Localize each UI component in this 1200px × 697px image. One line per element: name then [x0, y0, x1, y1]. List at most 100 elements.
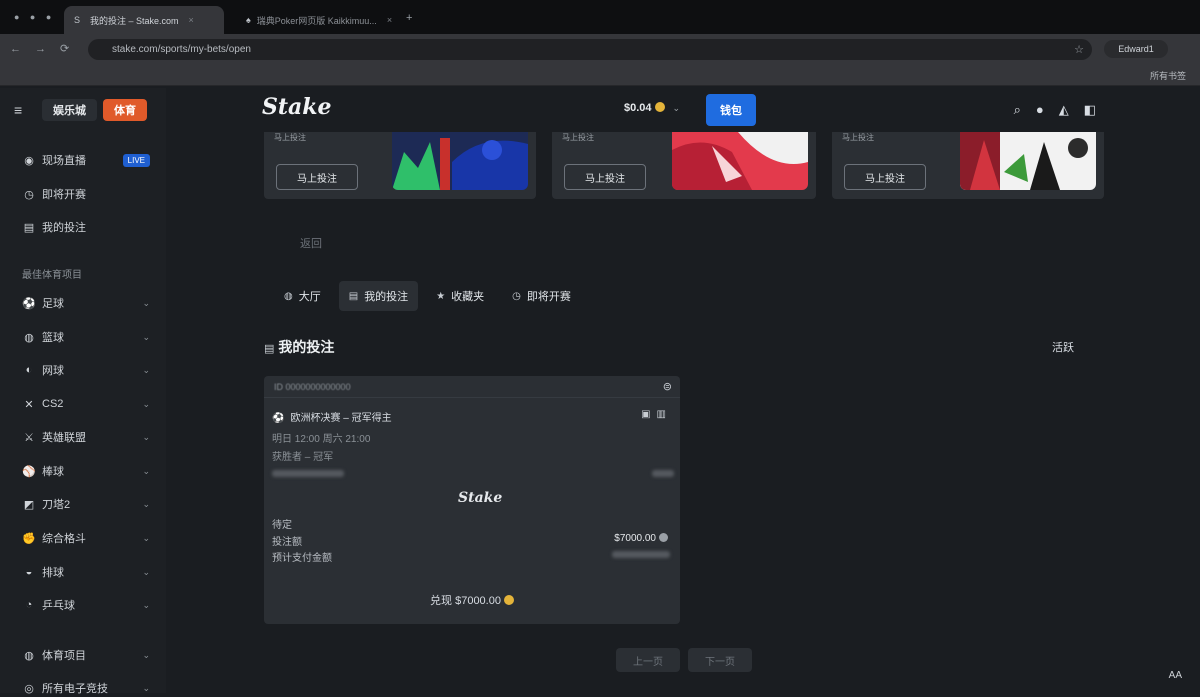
redacted-odds	[652, 470, 674, 477]
mma-icon: ✊	[22, 532, 36, 545]
sidebar-item-my-bets[interactable]: ▤ 我的投注	[22, 218, 150, 236]
sidebar-item-dota[interactable]: ◩ 刀塔2 ⌄	[22, 495, 150, 513]
bet-now-button[interactable]: 马上投注	[276, 164, 358, 190]
pingpong-icon: ◔	[25, 599, 33, 611]
bookmarks-bar: 所有书签	[0, 64, 1200, 86]
chevron-down-icon[interactable]: ⌄	[142, 466, 150, 477]
sidebar-item-esports[interactable]: ◎ 所有电子竞技 ⌄	[22, 679, 150, 697]
sidebar-item-label: 排球	[42, 567, 64, 579]
sidebar-item-basketball[interactable]: ◍ 篮球 ⌄	[22, 328, 150, 346]
chevron-down-icon[interactable]: ⌄	[142, 365, 150, 376]
redacted-selection	[272, 470, 344, 477]
bet-slip-card[interactable]: ID 0000000000000 ⊜ ⚽ 欧洲杯决赛 – 冠军得主 ▣▥ 明日 1…	[264, 376, 680, 624]
sidebar-item-upcoming[interactable]: ◷ 即将开赛	[22, 185, 150, 203]
browser-tab-active[interactable]: S 我的投注 – Stake.com ×	[64, 6, 224, 34]
sidebar-item-label: 综合格斗	[42, 533, 86, 545]
sidebar-item-all-sports[interactable]: ◍ 体育项目 ⌄	[22, 646, 150, 664]
tennis-icon: ◐	[25, 364, 33, 376]
sidebar: ≡ 娱乐城 体育 ◉ 现场直播 LIVE ◷ 即将开赛 ▤ 我的投注 最佳体育项…	[0, 88, 166, 695]
promo-artwork-image	[672, 132, 808, 190]
close-icon[interactable]: ×	[189, 15, 194, 25]
sidebar-item-cs2[interactable]: ✕ CS2 ⌄	[22, 395, 150, 413]
payout-label: 预计支付金额	[272, 553, 332, 564]
sidebar-item-baseball[interactable]: ⚾ 棒球 ⌄	[22, 462, 150, 480]
corner-label: AA	[1168, 670, 1182, 681]
chevron-down-icon[interactable]: ⌄	[142, 332, 150, 343]
promo-card[interactable]: 马上投注 马上投注	[552, 132, 816, 199]
all-bookmarks[interactable]: 所有书签	[1150, 69, 1186, 82]
chevron-down-icon[interactable]: ⌄	[142, 533, 150, 544]
profile-button[interactable]: Edward1	[1104, 40, 1168, 58]
sidebar-item-live[interactable]: ◉ 现场直播 LIVE	[22, 151, 150, 169]
tab-label: 收藏夹	[451, 291, 485, 303]
sidebar-item-pingpong[interactable]: ◔ 乒乓球 ⌄	[22, 596, 150, 614]
back-link[interactable]: 返回	[300, 235, 322, 251]
window-controls[interactable]: ● ● ●	[14, 12, 55, 22]
promo-card[interactable]: 马上投注 马上投注	[264, 132, 536, 199]
bet-market: 获胜者 – 冠军	[272, 452, 334, 463]
bet-card-actions[interactable]: ▣▥	[641, 409, 672, 420]
search-icon[interactable]: ⌕	[1014, 102, 1021, 118]
tab-label: 大厅	[298, 291, 321, 303]
promo-tagline: 马上投注	[274, 133, 306, 142]
nav-buttons[interactable]: ←→⟳	[10, 42, 83, 55]
chevron-down-icon[interactable]: ⌄	[142, 499, 150, 510]
new-tab-icon[interactable]: +	[406, 12, 412, 24]
stake-value-wrap: $7000.00	[614, 533, 668, 544]
live-icon: ◉	[24, 154, 34, 167]
filter-link[interactable]: 活跃	[1052, 339, 1074, 355]
chevron-down-icon[interactable]: ⌄	[142, 399, 150, 410]
promo-card[interactable]: 马上投注 马上投注	[832, 132, 1104, 199]
coin-icon	[503, 595, 514, 605]
tab-my-bets[interactable]: ▤ 我的投注	[338, 281, 419, 311]
bet-now-button[interactable]: 马上投注	[564, 164, 646, 190]
main-content: 马上投注 马上投注 马上投注 马上投注 马上投注 马上投注 返回 ◍ 大厅 ▤ …	[166, 132, 1200, 693]
receipt-icon: ▤	[348, 290, 359, 302]
sidebar-item-label: 英雄联盟	[42, 432, 86, 444]
tab-upcoming[interactable]: ◷ 即将开赛	[502, 281, 581, 311]
basketball-icon: ◍	[24, 331, 34, 344]
sidebar-item-soccer[interactable]: ⚽ 足球 ⌄	[22, 294, 150, 312]
sidebar-item-label: 棒球	[42, 466, 64, 478]
browser-tab[interactable]: ♠ 瑞典Poker网页版 Kaikkimuu... ×	[236, 6, 400, 34]
star-icon: ★	[436, 290, 446, 302]
live-badge: LIVE	[122, 153, 150, 167]
wallet-button[interactable]: 钱包	[706, 94, 756, 126]
balance-dropdown[interactable]: $0.04 ⌄	[624, 102, 680, 114]
sidebar-item-label: 足球	[42, 298, 64, 310]
sidebar-item-volleyball[interactable]: ◒ 排球 ⌄	[22, 563, 150, 581]
sidebar-item-tennis[interactable]: ◐ 网球 ⌄	[22, 361, 150, 379]
sports-button[interactable]: 体育	[103, 99, 147, 121]
receipt-icon: ▤	[23, 221, 35, 234]
notification-icon[interactable]: ◭	[1059, 102, 1069, 118]
receipt-icon: ▤	[264, 343, 275, 355]
chevron-down-icon[interactable]: ⌄	[142, 600, 150, 611]
chevron-down-icon[interactable]: ⌄	[142, 432, 150, 443]
tab-lobby[interactable]: ◍ 大厅	[274, 281, 331, 311]
menu-icon[interactable]: ≡	[14, 102, 22, 118]
chevron-down-icon[interactable]: ⌄	[142, 567, 150, 578]
share-icon[interactable]: ⊜	[663, 380, 672, 393]
casino-button[interactable]: 娱乐城	[42, 99, 97, 121]
star-icon[interactable]: ☆	[1074, 43, 1084, 56]
chevron-down-icon[interactable]: ⌄	[142, 683, 150, 694]
bet-now-button[interactable]: 马上投注	[844, 164, 926, 190]
user-icon[interactable]: ●	[1036, 102, 1044, 118]
coin-icon	[654, 102, 665, 112]
chat-icon[interactable]: ◧	[1084, 102, 1096, 118]
tab-favourites[interactable]: ★ 收藏夹	[426, 281, 494, 311]
next-page-button[interactable]: 下一页	[688, 648, 752, 672]
cs2-icon: ✕	[24, 398, 34, 411]
lobby-icon: ◍	[284, 290, 293, 302]
cashout-row[interactable]: 兑现 $7000.00	[264, 592, 680, 608]
prev-page-button[interactable]: 上一页	[616, 648, 680, 672]
close-icon[interactable]: ×	[387, 15, 392, 25]
chevron-down-icon[interactable]: ⌄	[142, 650, 150, 661]
bet-event[interactable]: ⚽ 欧洲杯决赛 – 冠军得主	[272, 409, 392, 424]
stake-logo[interactable]: Stake	[262, 94, 332, 120]
sidebar-item-lol[interactable]: ⚔ 英雄联盟 ⌄	[22, 428, 150, 446]
url-field[interactable]: stake.com/sports/my-bets/open ☆	[88, 39, 1092, 60]
sidebar-item-mma[interactable]: ✊ 综合格斗 ⌄	[22, 529, 150, 547]
chevron-down-icon[interactable]: ⌄	[142, 298, 150, 309]
promo-artwork-image	[392, 132, 528, 190]
